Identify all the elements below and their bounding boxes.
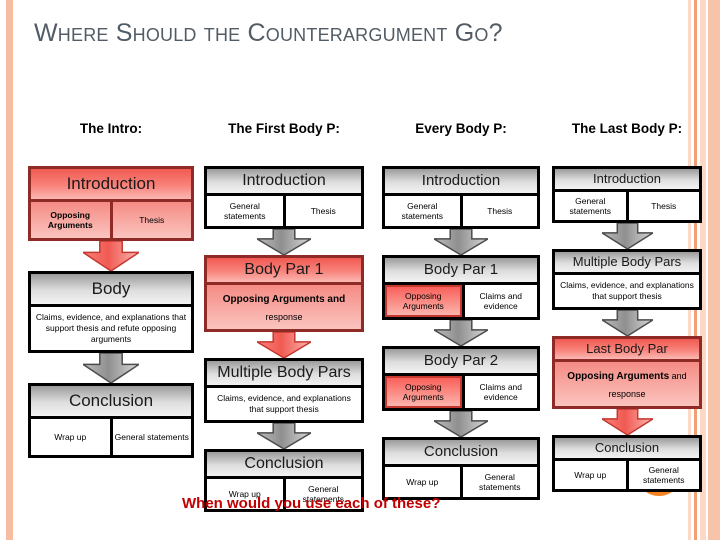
flow-block-cell: General statements <box>555 192 626 220</box>
flow-block[interactable]: Last Body Par Opposing Arguments and resp… <box>552 336 702 409</box>
flow-block-cell: Claims, evidence, and explanations that … <box>555 275 699 307</box>
flow-block-cell: Opposing Arguments <box>385 285 462 317</box>
flow-arrow-down-icon <box>601 310 653 336</box>
slide-footer-question: When would you use each of these? <box>182 495 441 512</box>
flow-block-cell: Opposing Arguments and response <box>552 362 702 409</box>
flow-block-cell: Wrap up <box>555 461 626 489</box>
flow-block[interactable]: Conclusion Wrap up General statements <box>28 383 194 458</box>
flow-arrow-down-icon <box>601 223 653 249</box>
column-header: The Last Body P: <box>571 121 683 136</box>
flow-block-cell-row: Claims, evidence, and explanations that … <box>204 388 364 423</box>
column-stack: Introduction Opposing Arguments Thesis Body… <box>28 166 194 458</box>
flow-block-cell: Thesis <box>282 196 361 226</box>
flow-block-cell: Thesis <box>109 202 192 238</box>
column-stack: Introduction General statements Thesis Body… <box>382 166 540 500</box>
column-header: The First Body P: <box>228 121 340 136</box>
flow-block-cell: General statements <box>385 196 460 226</box>
flow-arrow-down-icon <box>434 320 488 346</box>
flow-block-cell: Thesis <box>459 196 537 226</box>
diagram-column-2: The First Body P: Introduction General sta… <box>204 120 364 512</box>
flow-block-title: Conclusion <box>28 383 194 419</box>
flow-block[interactable]: Multiple Body Pars Claims, evidence, and … <box>204 358 364 423</box>
flow-block-cell: General statements <box>207 196 283 226</box>
flow-block-cell: Opposing Arguments and response <box>204 285 364 332</box>
flow-block-cell-row: Wrap up General statements <box>28 419 194 458</box>
flow-arrow-down-icon <box>257 423 311 449</box>
flow-block-title: Introduction <box>204 166 364 196</box>
flow-block-cell: Claims, evidence, and explanations that … <box>31 307 191 350</box>
flow-block-cell: Opposing Arguments <box>385 376 462 408</box>
flow-block-cell-row: Wrap up General statements <box>552 461 702 492</box>
diagram-column-4: The Last Body P: Introduction General stat… <box>552 120 702 492</box>
flow-arrow-down-icon <box>257 229 311 255</box>
column-stack: Introduction General statements Thesis Mult… <box>552 166 702 492</box>
flow-block-cell: General statements <box>109 419 191 455</box>
flow-block[interactable]: Multiple Body Pars Claims, evidence, and … <box>552 249 702 310</box>
flow-block-title: Multiple Body Pars <box>552 249 702 275</box>
flow-arrow-down-icon <box>601 409 653 435</box>
flow-block-title: Introduction <box>28 166 194 202</box>
flow-block-title: Introduction <box>552 166 702 192</box>
cell-text-bold: Opposing Arguments <box>567 371 670 382</box>
flow-block-cell-row: Claims, evidence, and explanations that … <box>552 275 702 310</box>
flow-block[interactable]: Body Claims, evidence, and explanations t… <box>28 271 194 353</box>
flow-arrow-down-icon <box>257 332 311 358</box>
flow-block-title: Last Body Par <box>552 336 702 362</box>
diagram-column-3: Every Body P: Introduction General stateme… <box>382 120 540 500</box>
flow-block-cell-row: Opposing Arguments Thesis <box>28 202 194 241</box>
flow-block-title: Conclusion <box>204 449 364 479</box>
diagram-column-1: The Intro: Introduction Opposing Arguments… <box>28 120 194 458</box>
flow-block[interactable]: Introduction General statements Thesis <box>204 166 364 229</box>
flow-block-cell-row: Claims, evidence, and explanations that … <box>28 307 194 353</box>
flow-arrow-down-icon <box>83 241 139 271</box>
flow-block[interactable]: Introduction General statements Thesis <box>552 166 702 223</box>
flow-block-title: Introduction <box>382 166 540 196</box>
flow-block[interactable]: Body Par 1 Opposing Arguments Claims and e… <box>382 255 540 320</box>
flow-block-title: Body Par 2 <box>382 346 540 376</box>
flow-block-title: Body <box>28 271 194 307</box>
slide-canvas: Where Should the Counterargument Go? The… <box>0 0 720 540</box>
decorative-stripe-right-4 <box>708 0 720 540</box>
flow-block-cell-row: General statements Thesis <box>552 192 702 223</box>
decorative-stripe-left <box>6 0 13 540</box>
flow-block-cell: Wrap up <box>31 419 110 455</box>
flow-block-cell-row: General statements Thesis <box>204 196 364 229</box>
flow-block-cell: Claims and evidence <box>461 376 537 408</box>
flow-block-cell: Claims, evidence, and explanations that … <box>207 388 361 420</box>
flow-block[interactable]: Introduction Opposing Arguments Thesis <box>28 166 194 241</box>
column-stack: Introduction General statements Thesis Body… <box>204 166 364 512</box>
flow-block-cell: Wrap up <box>385 467 460 497</box>
flow-block-cell-row: Opposing Arguments Claims and evidence <box>382 285 540 320</box>
flow-block-title: Body Par 1 <box>204 255 364 285</box>
flow-block-title: Body Par 1 <box>382 255 540 285</box>
flow-block[interactable]: Body Par 2 Opposing Arguments Claims and e… <box>382 346 540 411</box>
flow-block[interactable]: Conclusion Wrap up General statements <box>382 437 540 500</box>
flow-block-cell: Claims and evidence <box>461 285 537 317</box>
flow-arrow-down-icon <box>83 353 139 383</box>
flow-block[interactable]: Conclusion Wrap up General statements <box>552 435 702 492</box>
flow-block-cell: General statements <box>625 461 699 489</box>
cell-text-normal: response <box>265 312 303 322</box>
slide-title: Where Should the Counterargument Go? <box>34 19 503 47</box>
flow-block-title: Multiple Body Pars <box>204 358 364 388</box>
flow-block-title: Conclusion <box>552 435 702 461</box>
flow-arrow-down-icon <box>434 411 488 437</box>
column-header: Every Body P: <box>415 121 507 136</box>
flow-block[interactable]: Body Par 1 Opposing Arguments and respons… <box>204 255 364 332</box>
flow-arrow-down-icon <box>434 229 488 255</box>
flow-block-cell: Thesis <box>625 192 699 220</box>
flow-block[interactable]: Introduction General statements Thesis <box>382 166 540 229</box>
column-header: The Intro: <box>79 121 143 136</box>
flow-block-cell-row: General statements Thesis <box>382 196 540 229</box>
flow-block-cell-row: Opposing Arguments Claims and evidence <box>382 376 540 411</box>
cell-text-bold: Opposing Arguments and <box>222 294 346 305</box>
flow-block-title: Conclusion <box>382 437 540 467</box>
flow-block-cell: General statements <box>459 467 537 497</box>
flow-block-cell: Opposing Arguments <box>47 210 93 230</box>
